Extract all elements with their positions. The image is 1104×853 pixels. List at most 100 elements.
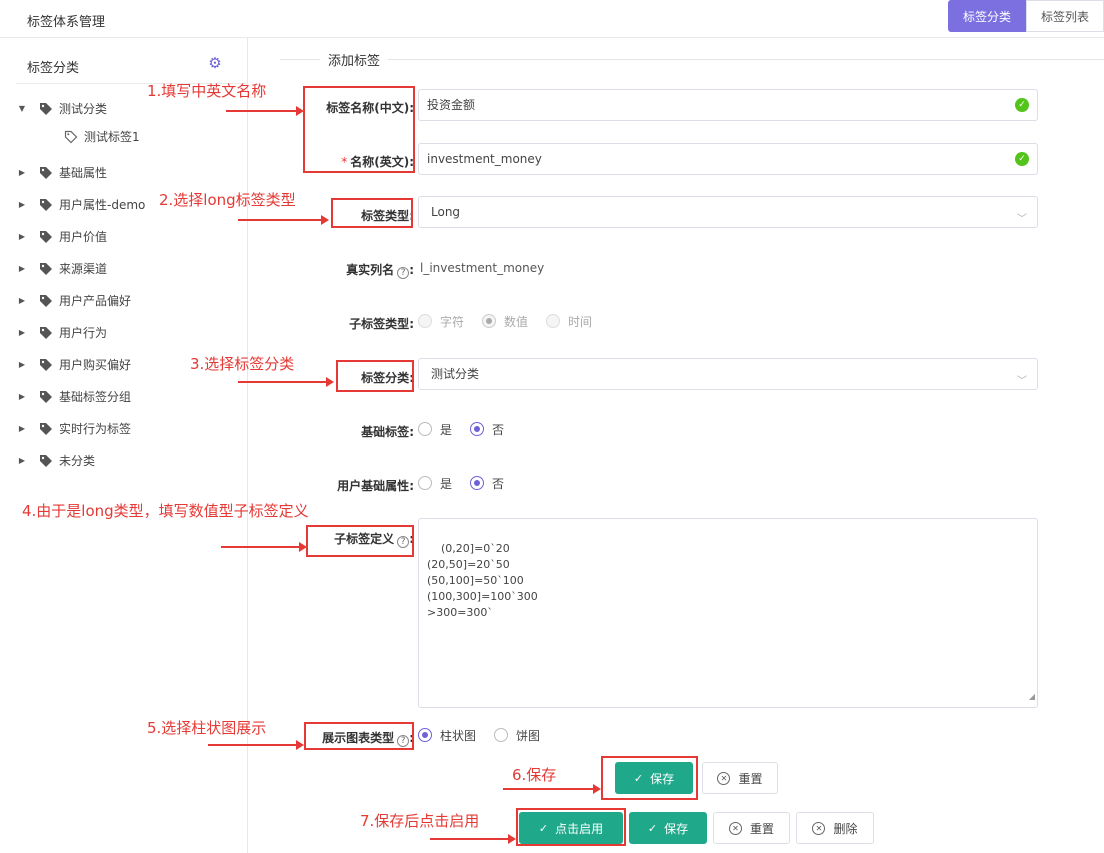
name-cn-input[interactable]: 投资金额 ✓ [418,89,1038,121]
tag-icon [39,198,53,212]
sub-def-textarea[interactable]: (0,20]=0`20 (20,50]=20`50 (50,100]=50`10… [418,518,1038,708]
category-select[interactable]: 测试分类 ﹀ [418,358,1038,390]
tag-icon [39,294,53,308]
tree-item-label: 未分类 [59,454,96,468]
tree-item-label: 用户产品偏好 [59,294,132,308]
caret-right-icon[interactable]: ▶ [17,259,27,279]
caret-right-icon[interactable]: ▶ [17,451,27,471]
tree-item-label: 用户行为 [59,326,108,340]
top-tabs: 标签分类 标签列表 [947,0,1104,32]
arrow-icon [238,377,334,387]
tag-type-select[interactable]: Long ﹀ [418,196,1038,228]
caret-right-icon[interactable]: ▶ [17,163,27,183]
annotation-step7: 7.保存后点击启用 [360,812,480,830]
tree-item-basic-attr[interactable]: ▶ 基础属性 [17,163,107,183]
highlight-box [516,808,626,846]
caret-right-icon[interactable]: ▶ [17,323,27,343]
arrow-icon [238,215,329,225]
tree-item-user-behavior[interactable]: ▶ 用户行为 [17,323,107,343]
radio-time[interactable]: 时间 [546,313,592,330]
chevron-down-icon: ﹀ [1017,214,1027,225]
annotation-step5: 5.选择柱状图展示 [147,719,267,737]
arrow-icon [503,784,601,794]
radio-pie-chart[interactable]: 饼图 [494,727,540,744]
annotation-step6: 6.保存 [512,766,557,784]
tree-item-basic-tag-group[interactable]: ▶ 基础标签分组 [17,387,131,407]
tab-tag-category[interactable]: 标签分类 [947,0,1026,32]
real-column-value: l_investment_money [420,261,545,275]
radio-user-attr-yes[interactable]: 是 [418,475,452,492]
user-basic-attr-label: 用户基础属性: [337,479,414,493]
tree-item-uncategorized[interactable]: ▶ 未分类 [17,451,95,471]
tab-tag-list[interactable]: 标签列表 [1025,0,1104,32]
radio-basic-no[interactable]: 否 [470,421,504,438]
tree-item-label: 用户属性-demo [59,198,146,212]
tag-icon [39,262,53,276]
caret-right-icon[interactable]: ▶ [17,387,27,407]
tag-icon [39,230,53,244]
section-divider [280,59,1104,60]
highlight-box [336,360,414,392]
help-icon[interactable]: ? [397,267,410,279]
close-circle-icon: ✕ [717,771,731,785]
section-title: 添加标签 [320,50,389,69]
caret-right-icon[interactable]: ▶ [17,419,27,439]
reset-button[interactable]: ✕ 重置 [702,762,778,794]
highlight-box [306,525,414,557]
radio-string[interactable]: 字符 [418,313,464,330]
arrow-icon [221,542,307,552]
sidebar-title: 标签分类 [27,61,80,76]
tag-icon [39,326,53,340]
tree-item-label: 基础属性 [59,166,108,180]
name-en-input[interactable]: investment_money ✓ [418,143,1038,175]
radio-basic-yes[interactable]: 是 [418,421,452,438]
check-icon: ✓ [647,821,658,835]
tag-icon [39,358,53,372]
arrow-icon [226,106,304,116]
tree-item-label: 用户购买偏好 [59,358,132,372]
gear-icon[interactable]: ⚙ [207,55,223,71]
save-button-bottom[interactable]: ✓ 保存 [629,812,707,844]
highlight-box [303,86,415,173]
tag-outline-icon [64,130,78,144]
tree-item-source-channel[interactable]: ▶ 来源渠道 [17,259,107,279]
radio-user-attr-no[interactable]: 否 [470,475,504,492]
tree-item-label: 测试标签1 [84,130,140,144]
arrow-icon [430,834,516,844]
tag-icon [39,390,53,404]
user-basic-attr-radio-group: 是 否 [418,473,522,493]
annotation-step2: 2.选择long标签类型 [159,191,296,209]
tree-item-test-tag1[interactable]: 测试标签1 [52,127,140,147]
basic-tag-label: 基础标签: [361,425,414,439]
chart-type-radio-group: 柱状图 饼图 [418,725,558,745]
tree-item-user-purchase-pref[interactable]: ▶ 用户购买偏好 [17,355,131,375]
tree-item-user-product-pref[interactable]: ▶ 用户产品偏好 [17,291,131,311]
radio-number[interactable]: 数值 [482,313,528,330]
highlight-box [304,722,414,750]
resize-handle-icon[interactable]: ◢ [1029,689,1035,705]
caret-right-icon[interactable]: ▶ [17,355,27,375]
annotation-step1: 1.填写中英文名称 [147,82,267,100]
caret-right-icon[interactable]: ▶ [17,227,27,247]
tree-item-realtime-behavior[interactable]: ▶ 实时行为标签 [17,419,131,439]
tree-item-user-attr-demo[interactable]: ▶ 用户属性-demo [17,195,145,215]
annotation-step3: 3.选择标签分类 [190,355,295,373]
highlight-box [601,756,698,800]
reset-button-bottom[interactable]: ✕ 重置 [713,812,790,844]
tree-item-user-value[interactable]: ▶ 用户价值 [17,227,107,247]
tree-item-test-category[interactable]: ▼ 测试分类 [17,99,107,119]
radio-bar-chart[interactable]: 柱状图 [418,727,476,744]
caret-down-icon[interactable]: ▼ [17,99,27,119]
tree-item-label: 来源渠道 [59,262,108,276]
highlight-box [331,198,413,228]
delete-button[interactable]: ✕ 删除 [796,812,874,844]
chevron-down-icon: ﹀ [1017,376,1027,387]
caret-right-icon[interactable]: ▶ [17,195,27,215]
tag-icon [39,422,53,436]
caret-right-icon[interactable]: ▶ [17,291,27,311]
basic-tag-radio-group: 是 否 [418,419,522,439]
arrow-icon [208,740,304,750]
tree-item-label: 用户价值 [59,230,108,244]
tag-icon [39,454,53,468]
top-bar: 标签体系管理 标签分类 标签列表 [0,0,1104,38]
